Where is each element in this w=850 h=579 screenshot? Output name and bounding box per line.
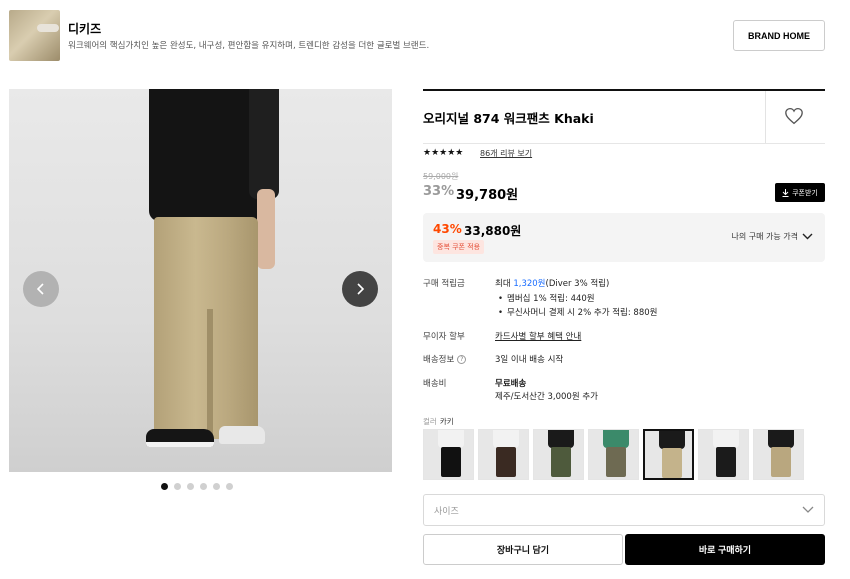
swatch-top — [493, 430, 519, 448]
gallery-dot[interactable] — [213, 483, 220, 490]
original-price: 59,000원 — [423, 172, 459, 181]
swatch-top — [713, 430, 739, 448]
product-title: 오리지널 874 워크팬츠 Khaki — [423, 111, 594, 126]
heart-icon — [785, 107, 803, 124]
swatch-pants — [441, 447, 461, 477]
points-suffix: (Diver 3% 적립) — [545, 279, 610, 289]
gallery-dot[interactable] — [226, 483, 233, 490]
swatch-pants — [551, 447, 571, 477]
model-sleeve — [249, 89, 279, 199]
points-value: 최대 1,320원(Diver 3% 적립) — [495, 277, 609, 289]
points-label: 구매 적립금 — [423, 279, 465, 289]
gallery-pagination — [161, 483, 233, 490]
gallery-prev-button[interactable] — [23, 271, 59, 307]
swatch-top — [659, 431, 685, 449]
model-arm — [257, 189, 275, 269]
best-price-panel: 43% 33,880원 중복 쿠폰 적용 나의 구매 가능 가격 — [423, 213, 825, 262]
swatch-pants — [771, 447, 791, 477]
swatch-top — [438, 430, 464, 448]
model-pants — [154, 217, 258, 439]
gallery-dot[interactable] — [187, 483, 194, 490]
swatch-pants — [606, 447, 626, 477]
color-swatches — [423, 429, 804, 480]
color-swatch[interactable] — [588, 429, 639, 480]
gallery-next-button[interactable] — [342, 271, 378, 307]
best-price: 33,880원 — [464, 224, 522, 238]
chevron-down-icon — [802, 506, 814, 513]
points-bullet-money: 무신사머니 결제 시 2% 추가 적립: 880원 — [498, 306, 657, 318]
best-price-toggle-label: 나의 구매 가능 가격 — [731, 232, 798, 241]
color-selected: 카키 — [439, 417, 454, 426]
brand-description: 워크웨어의 핵심가치인 높은 완성도, 내구성, 편안함을 유지하며, 트렌디한… — [68, 41, 430, 51]
shipping-fee-note: 제주/도서산간 3,000원 추가 — [495, 392, 598, 402]
points-amount: 1,320원 — [513, 279, 546, 289]
installment-label: 무이자 할부 — [423, 332, 465, 342]
color-label: 컬러 카키 — [423, 416, 454, 427]
chevron-down-icon — [802, 233, 813, 240]
swatch-top — [768, 430, 794, 448]
discount-rate: 33% — [423, 184, 455, 199]
shipping-fee-value: 무료배송 — [495, 379, 527, 389]
swatch-pants — [716, 447, 736, 477]
size-select[interactable]: 사이즈 — [423, 494, 825, 526]
color-swatch[interactable] — [478, 429, 529, 480]
chevron-left-icon — [36, 283, 44, 295]
divider — [765, 91, 766, 143]
model-shoe-front — [146, 429, 214, 447]
swatch-pants — [496, 447, 516, 477]
model-shoe-back — [219, 426, 265, 444]
swatch-top — [603, 430, 629, 448]
size-placeholder: 사이즈 — [434, 506, 459, 517]
gallery-dot[interactable] — [161, 483, 168, 490]
shipping-fee-label: 배송비 — [423, 379, 447, 389]
coupon-button[interactable]: 쿠폰받기 — [775, 183, 825, 202]
coupon-tag: 중복 쿠폰 적용 — [433, 240, 485, 254]
chevron-right-icon — [357, 283, 365, 295]
buy-now-button[interactable]: 바로 구매하기 — [625, 534, 825, 565]
best-price-toggle[interactable]: 나의 구매 가능 가격 — [731, 231, 813, 242]
brand-thumbnail[interactable] — [9, 10, 60, 61]
color-label-text: 컬러 — [423, 417, 437, 426]
color-swatch[interactable] — [533, 429, 584, 480]
divider — [423, 143, 825, 144]
brand-name[interactable]: 디키즈 — [68, 20, 101, 37]
shipping-info-label: 배송정보? — [423, 353, 467, 365]
pants-crease — [207, 309, 213, 439]
brand-home-button[interactable]: BRAND HOME — [733, 20, 825, 51]
help-icon[interactable]: ? — [457, 355, 467, 364]
wishlist-button[interactable] — [781, 104, 807, 130]
gallery-dot[interactable] — [174, 483, 181, 490]
best-discount-rate: 43% — [433, 222, 462, 236]
color-swatch[interactable] — [423, 429, 474, 480]
points-bullet-membership: 멤버십 1% 적립: 440원 — [498, 292, 595, 304]
shipping-info-label-text: 배송정보 — [423, 355, 455, 365]
rating-stars: ★★★★★ — [423, 148, 464, 158]
add-to-cart-button[interactable]: 장바구니 담기 — [423, 534, 623, 565]
color-swatch[interactable] — [643, 429, 694, 480]
review-link[interactable]: 86개 리뷰 보기 — [480, 148, 532, 159]
swatch-top — [548, 430, 574, 448]
sale-price: 39,780원 — [456, 188, 519, 203]
installment-link[interactable]: 카드사별 할부 혜택 안내 — [495, 330, 581, 342]
swatch-pants — [662, 448, 682, 478]
shipping-info-value: 3일 이내 배송 시작 — [495, 355, 564, 365]
gallery-dot[interactable] — [200, 483, 207, 490]
coupon-button-label: 쿠폰받기 — [792, 189, 818, 197]
color-swatch[interactable] — [698, 429, 749, 480]
points-prefix: 최대 — [495, 279, 514, 289]
download-icon — [782, 188, 789, 197]
color-swatch[interactable] — [753, 429, 804, 480]
product-image — [9, 89, 392, 472]
